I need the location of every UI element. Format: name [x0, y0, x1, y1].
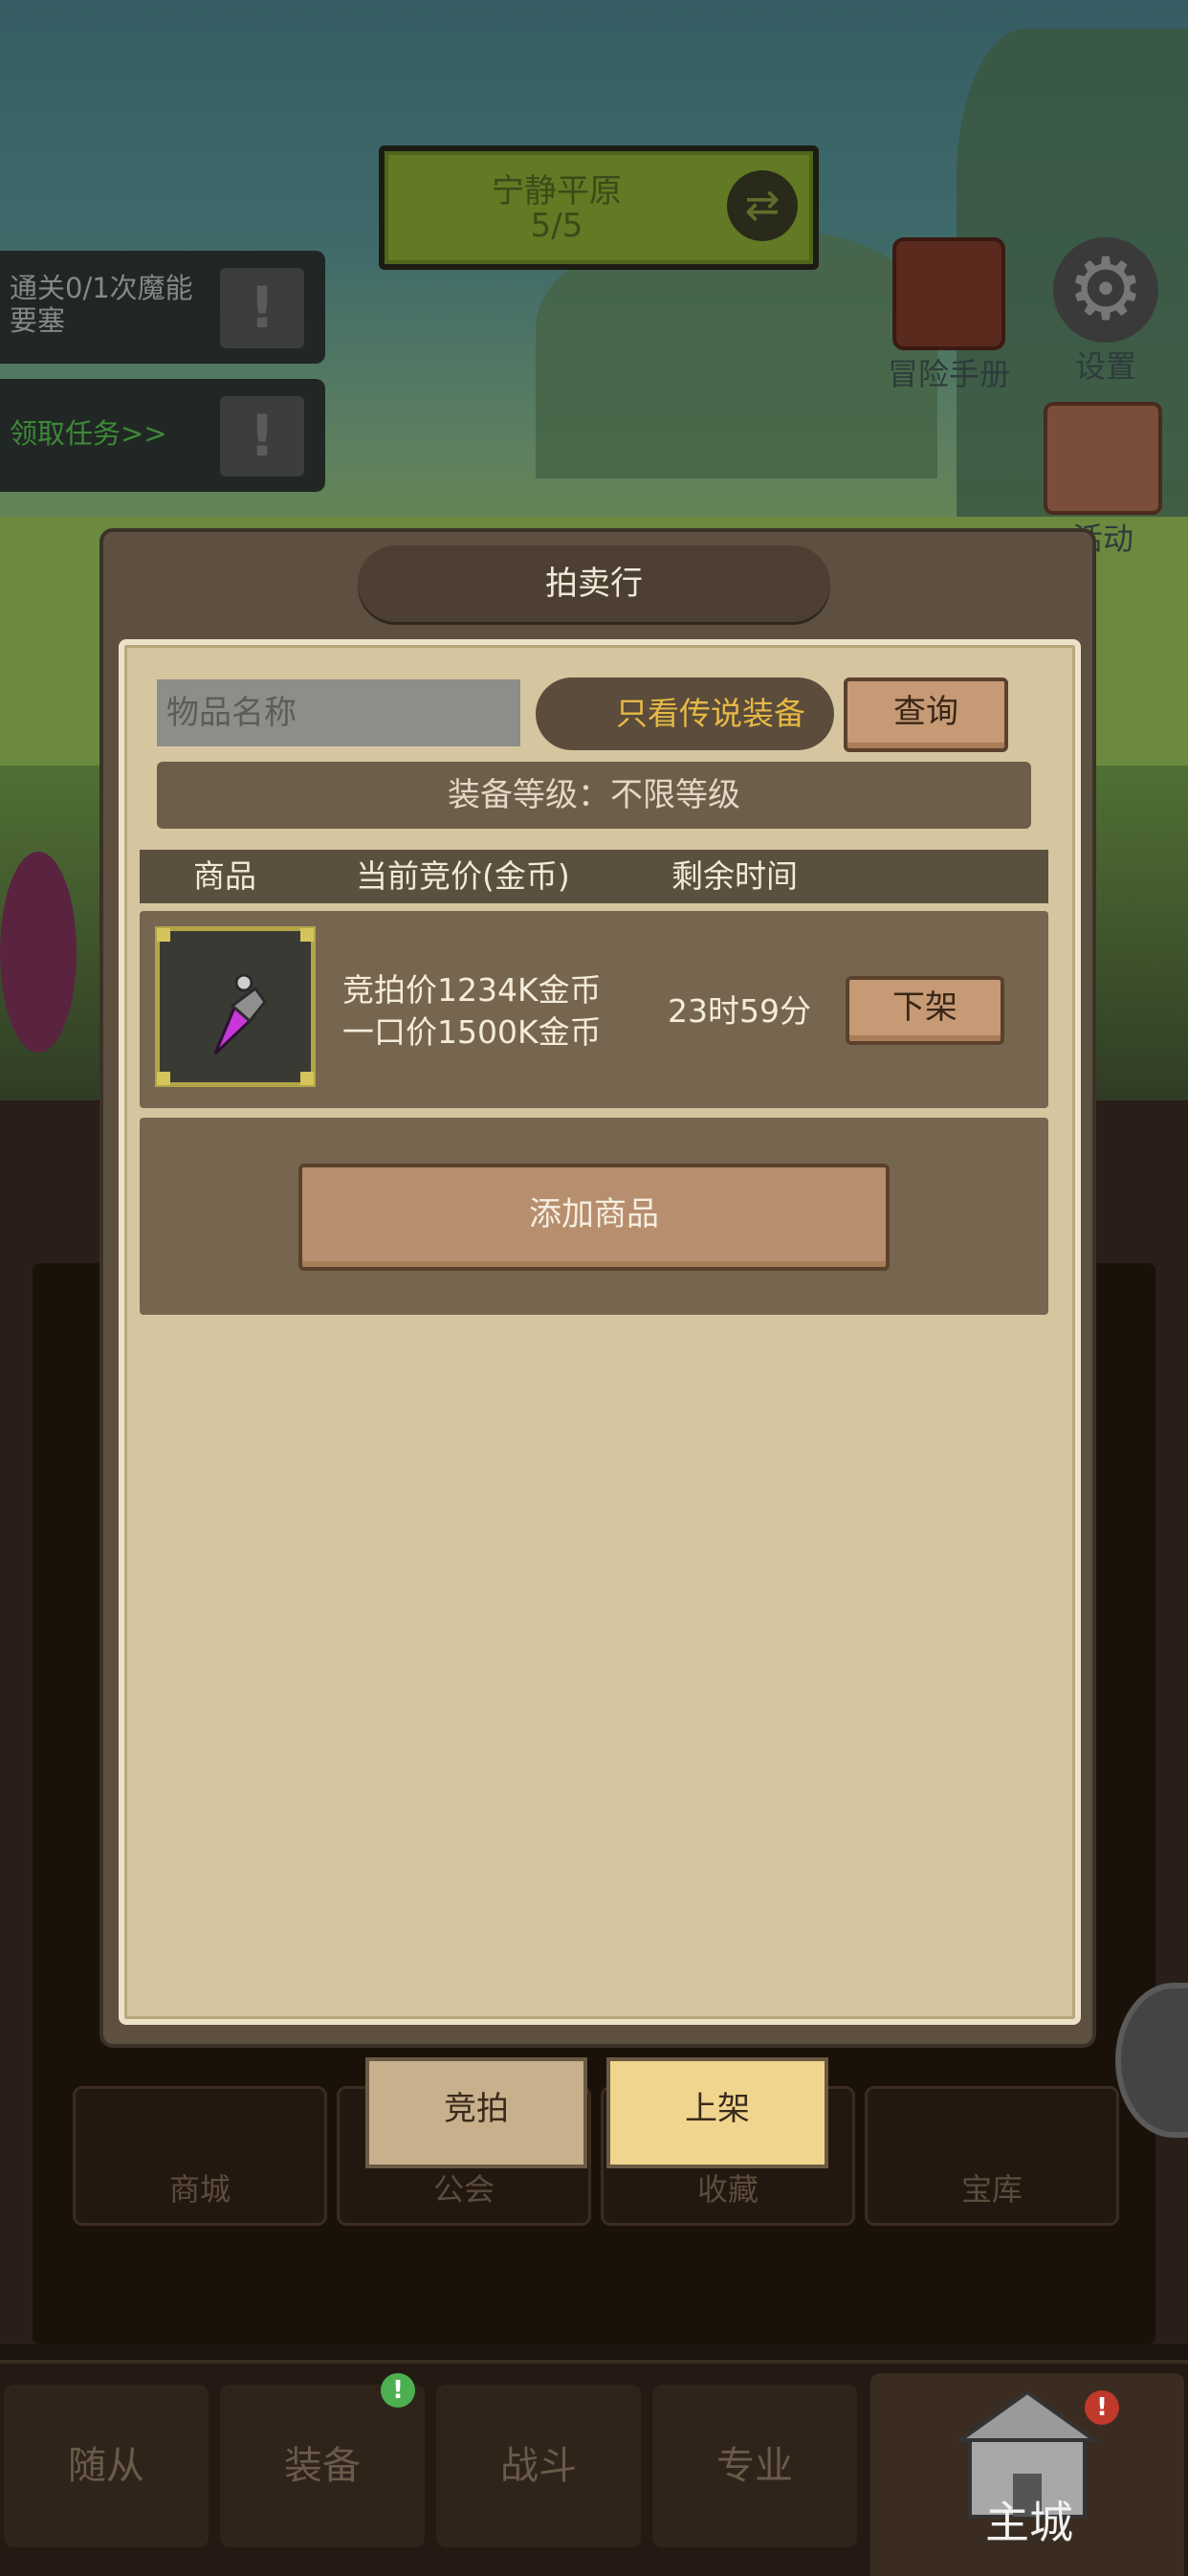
column-header-item: 商品: [193, 857, 256, 895]
modal-title: 拍卖行: [545, 565, 643, 603]
delist-button[interactable]: 下架: [846, 976, 1004, 1045]
purple-gem-dagger-icon: [213, 973, 267, 1055]
nav-main-city[interactable]: 主城 !: [870, 2373, 1184, 2576]
column-header-time: 剩余时间: [671, 857, 798, 895]
slot-corner: [157, 1072, 170, 1085]
exclamation-icon: !: [220, 396, 304, 477]
buyout-price: 一口价1500K金币: [342, 1013, 602, 1051]
notification-badge-green: !: [381, 2373, 415, 2408]
item-slot[interactable]: [155, 926, 316, 1087]
tab-auction[interactable]: 竞拍: [365, 2057, 587, 2168]
swap-stage-icon[interactable]: ⇄: [727, 170, 798, 241]
nav-battle[interactable]: 战斗: [436, 2385, 641, 2547]
tile-shop[interactable]: 商城: [73, 2086, 327, 2226]
stage-progress: 5/5: [530, 207, 583, 245]
hero-sprite: [0, 852, 77, 1053]
quest-item[interactable]: 通关0/1次魔能要塞 !: [0, 251, 325, 364]
nav-label: 主城: [985, 2497, 1073, 2548]
table-header: 商品 当前竞价(金币) 剩余时间: [140, 850, 1048, 903]
auction-paper: [119, 639, 1081, 2025]
handbook-label: 冒险手册: [887, 356, 1010, 392]
legendary-only-toggle[interactable]: 只看传说装备: [536, 677, 834, 750]
stage-selector[interactable]: 宁静平原 5/5 ⇄: [379, 145, 819, 270]
modal-title-bar: 拍卖行: [358, 545, 830, 622]
notification-badge-red: !: [1085, 2390, 1119, 2425]
add-item-button[interactable]: 添加商品: [298, 1164, 890, 1271]
stage-name: 宁静平原: [492, 172, 622, 211]
slot-corner: [300, 928, 314, 942]
gear-icon: ⚙: [1053, 237, 1158, 343]
bid-price: 竞拍价1234K金币: [342, 971, 602, 1009]
add-item-panel: 添加商品: [140, 1118, 1048, 1315]
scroll-icon: [1044, 402, 1162, 515]
equipment-level-filter[interactable]: 装备等级：不限等级: [157, 762, 1031, 829]
quest-text: 通关0/1次魔能要塞: [10, 272, 193, 337]
tile-treasury[interactable]: 宝库: [865, 2086, 1119, 2226]
nav-profession[interactable]: 专业: [652, 2385, 857, 2547]
slot-corner: [157, 928, 170, 942]
query-button[interactable]: 查询: [844, 677, 1008, 752]
tile-label: 商城: [169, 2171, 231, 2208]
tile-label: 收藏: [697, 2171, 759, 2208]
time-left: 23时59分: [668, 992, 811, 1030]
item-name-search-input[interactable]: [157, 679, 520, 746]
book-icon: [892, 237, 1005, 350]
quest-text: 领取任务>>: [10, 417, 167, 450]
slot-corner: [300, 1072, 314, 1085]
nav-equipment[interactable]: 装备 !: [220, 2373, 425, 2547]
tile-label: 宝库: [961, 2171, 1023, 2208]
settings-label: 设置: [1074, 348, 1136, 385]
nav-label: 装备: [284, 2444, 361, 2488]
quest-item[interactable]: 领取任务>> !: [0, 379, 325, 492]
settings-button[interactable]: ⚙ 设置: [1039, 237, 1173, 387]
tile-label: 公会: [433, 2171, 495, 2208]
table-row[interactable]: 竞拍价1234K金币 一口价1500K金币 23时59分 下架: [140, 911, 1048, 1108]
column-header-bid: 当前竞价(金币): [356, 857, 570, 895]
tab-listing[interactable]: 上架: [606, 2057, 828, 2168]
bottom-nav: 随从 装备 ! 战斗 专业 主城 !: [0, 2360, 1188, 2576]
handbook-button[interactable]: 冒险手册: [882, 237, 1016, 394]
nav-followers[interactable]: 随从: [4, 2385, 209, 2547]
exclamation-icon: !: [220, 268, 304, 348]
